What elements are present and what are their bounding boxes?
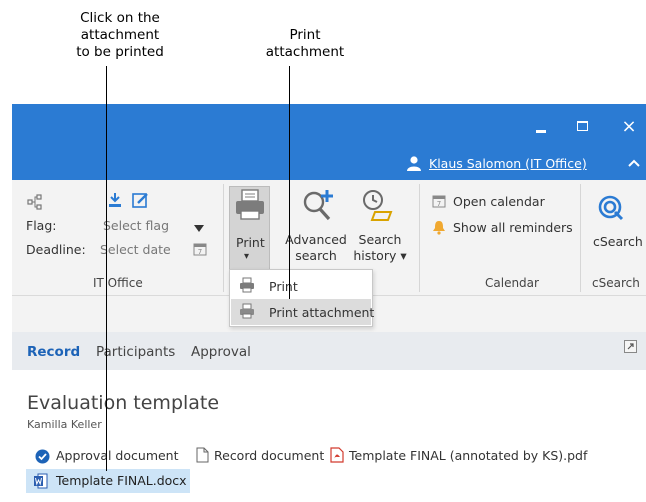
callout-pointer-line — [289, 66, 290, 299]
group-label-csearch: cSearch — [592, 276, 640, 290]
group-label-calendar: Calendar — [485, 276, 539, 290]
callout-click-attachment: Click on the attachment to be printed — [76, 10, 164, 60]
group-separator — [419, 184, 420, 292]
maximize-icon — [576, 121, 588, 131]
minimize-button[interactable] — [524, 104, 558, 148]
tab-approval[interactable]: Approval — [191, 344, 251, 360]
search-history-label-2: history ▾ — [353, 248, 407, 263]
document-author: Kamilla Keller — [27, 418, 102, 431]
user-name-link[interactable]: Klaus Salomon (IT Office) — [429, 156, 587, 171]
tab-participants[interactable]: Participants — [96, 344, 175, 360]
minimize-icon — [536, 129, 546, 133]
download-icon[interactable] — [107, 192, 123, 208]
menu-item-print[interactable]: Print — [231, 273, 371, 299]
advanced-search-button[interactable]: Advanced search — [284, 232, 348, 264]
callout-print-attachment: Print attachment — [265, 27, 345, 60]
selected-file-label: Template FINAL.docx — [56, 473, 187, 488]
history-icon — [363, 190, 393, 221]
close-button[interactable]: × — [612, 104, 646, 148]
calendar-icon: 7 — [432, 195, 446, 208]
print-dropdown-menu: Print Print attachment — [229, 269, 375, 327]
deadline-select[interactable]: Select date — [100, 242, 171, 257]
advanced-search-icon — [303, 190, 333, 221]
chevron-down-icon[interactable] — [194, 225, 204, 232]
title-bar: × — [12, 104, 646, 148]
print-dropdown-arrow: ▾ — [244, 251, 250, 262]
deadline-label: Deadline: — [26, 242, 86, 257]
print-button-label: Print — [236, 235, 265, 250]
printer-icon — [236, 189, 264, 220]
search-history-label-1: Search — [358, 232, 402, 247]
pdf-icon — [330, 447, 344, 463]
search-history-button[interactable]: Search history ▾ — [352, 232, 408, 264]
group-separator — [223, 184, 224, 292]
tab-record[interactable]: Record — [27, 344, 80, 360]
print-button[interactable]: Print ▾ — [229, 186, 270, 270]
advanced-search-label-1: Advanced — [285, 232, 347, 247]
printer-icon — [240, 277, 254, 293]
maximize-button[interactable] — [565, 104, 599, 148]
check-circle-icon — [35, 449, 50, 464]
date-picker-icon[interactable]: 7 — [193, 242, 207, 256]
group-label-it-office: IT Office — [93, 276, 143, 290]
bell-icon — [433, 221, 445, 235]
open-calendar-button[interactable]: Open calendar — [453, 194, 545, 209]
menu-item-print-attachment[interactable]: Print attachment — [231, 299, 375, 325]
tab-bar: Record Participants Approval — [12, 332, 646, 370]
csearch-button[interactable]: cSearch — [593, 234, 643, 249]
user-bar: Klaus Salomon (IT Office) — [12, 148, 646, 180]
svg-text:7: 7 — [437, 200, 441, 208]
advanced-search-label-2: search — [295, 248, 337, 263]
user-icon — [407, 156, 421, 171]
menu-item-print-label: Print — [269, 279, 298, 294]
printer-attachment-icon — [240, 303, 254, 319]
flag-select[interactable]: Select flag — [103, 218, 169, 233]
document-title: Evaluation template — [27, 392, 220, 414]
group-separator — [580, 184, 581, 292]
show-reminders-button[interactable]: Show all reminders — [453, 220, 573, 235]
attachment-approval-document[interactable]: Approval document — [56, 448, 179, 463]
menu-item-print-attachment-label: Print attachment — [269, 305, 375, 320]
chevron-up-icon[interactable] — [628, 159, 640, 167]
flag-label: Flag: — [26, 218, 57, 233]
attachment-template-pdf[interactable]: Template FINAL (annotated by KS).pdf — [349, 448, 587, 463]
attachment-record-document[interactable]: Record document — [214, 448, 324, 463]
csearch-icon — [598, 195, 624, 221]
attachment-template-docx[interactable]: Template FINAL.docx — [26, 469, 190, 493]
callout-pointer-line — [106, 66, 107, 471]
edit-icon[interactable] — [132, 192, 149, 208]
workflow-icon[interactable] — [27, 194, 43, 210]
popout-icon[interactable] — [624, 340, 637, 353]
word-document-icon — [34, 473, 48, 489]
svg-text:7: 7 — [198, 248, 202, 256]
document-icon — [196, 447, 209, 463]
close-icon: × — [621, 115, 637, 137]
